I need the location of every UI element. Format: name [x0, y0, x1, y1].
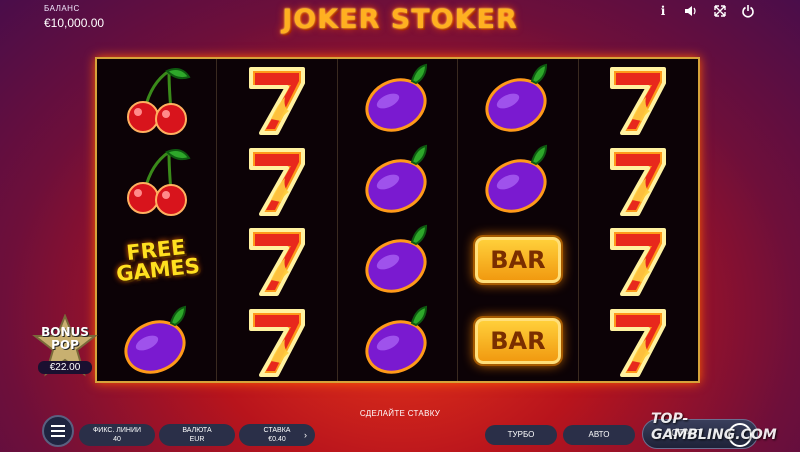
currency-value: EUR: [189, 436, 205, 443]
cherry-icon: [126, 68, 191, 136]
currency-label: ВАЛЮТА: [182, 427, 212, 434]
symbol-seven: [579, 140, 698, 221]
plum-icon: [364, 305, 427, 374]
symbol-plum: [338, 220, 457, 301]
seven-icon: [610, 147, 667, 216]
hamburger-icon: [51, 430, 65, 432]
bonus-pop-amount: €22.00: [38, 361, 92, 374]
seven-icon: [610, 308, 667, 377]
symbol-seven: [217, 140, 336, 221]
fixed-lines-display: ФИКС. ЛИНИИ 40: [79, 424, 155, 446]
currency-display: ВАЛЮТА EUR: [159, 424, 235, 446]
plum-icon: [364, 225, 427, 293]
symbol-free-games: FREE GAMES: [97, 220, 216, 301]
power-icon[interactable]: [741, 4, 755, 18]
plum-icon: [485, 64, 547, 132]
bonus-pop-label: BONUS POP: [41, 325, 89, 352]
symbol-seven: [217, 220, 336, 301]
seven-icon: [610, 228, 667, 297]
plum-icon: [485, 144, 547, 213]
symbol-seven: [579, 59, 698, 140]
turbo-button[interactable]: ТУРБО: [485, 425, 557, 445]
auto-button[interactable]: АВТО: [563, 425, 635, 445]
bar-label: BAR: [474, 237, 561, 284]
symbol-plum: [458, 140, 577, 221]
seven-icon: [249, 228, 306, 297]
free-games-label: FREE GAMES: [114, 235, 201, 287]
reel-grid: FREE GAMES BAR BAR: [95, 57, 700, 383]
menu-button[interactable]: [42, 415, 74, 447]
symbol-bar: BAR: [458, 301, 577, 382]
symbol-plum: [458, 59, 577, 140]
fixed-lines-value: 40: [113, 436, 121, 443]
top-bar: БАЛАНС €10,000.00 JOKER STOKER i: [0, 0, 800, 40]
fixed-lines-label: ФИКС. ЛИНИИ: [92, 427, 142, 434]
symbol-plum: [338, 140, 457, 221]
reel-4: BAR BAR: [458, 59, 579, 382]
sound-icon[interactable]: [683, 4, 697, 18]
info-icon[interactable]: i: [656, 4, 670, 18]
symbol-cherry: [97, 59, 216, 140]
bonus-pop-badge[interactable]: BONUS POP €22.00: [32, 313, 98, 380]
reel-3: [338, 59, 459, 382]
symbol-seven: [579, 220, 698, 301]
game-title: JOKER STOKER: [282, 4, 518, 35]
symbol-cherry: [97, 140, 216, 221]
symbol-seven: [217, 59, 336, 140]
reel-2: [217, 59, 338, 382]
symbol-bar: BAR: [458, 220, 577, 301]
symbol-seven: [579, 301, 698, 382]
watermark: TOP-GAMBLING.COM: [651, 411, 777, 443]
cherry-icon: [126, 148, 191, 216]
plum-icon: [364, 144, 427, 213]
seven-icon: [249, 147, 306, 216]
fullscreen-icon[interactable]: [713, 4, 727, 18]
seven-icon: [610, 67, 667, 136]
reel-1: FREE GAMES: [97, 59, 218, 382]
symbol-plum: [338, 301, 457, 382]
chevron-right-icon[interactable]: ›: [304, 430, 307, 440]
symbol-plum: [97, 301, 216, 382]
symbol-seven: [217, 301, 336, 382]
seven-icon: [249, 67, 306, 136]
reel-5: [579, 59, 698, 381]
plum-icon: [364, 64, 427, 132]
plum-icon: [124, 305, 186, 374]
bar-label: BAR: [474, 317, 561, 364]
seven-icon: [249, 308, 306, 377]
symbol-plum: [338, 59, 457, 140]
